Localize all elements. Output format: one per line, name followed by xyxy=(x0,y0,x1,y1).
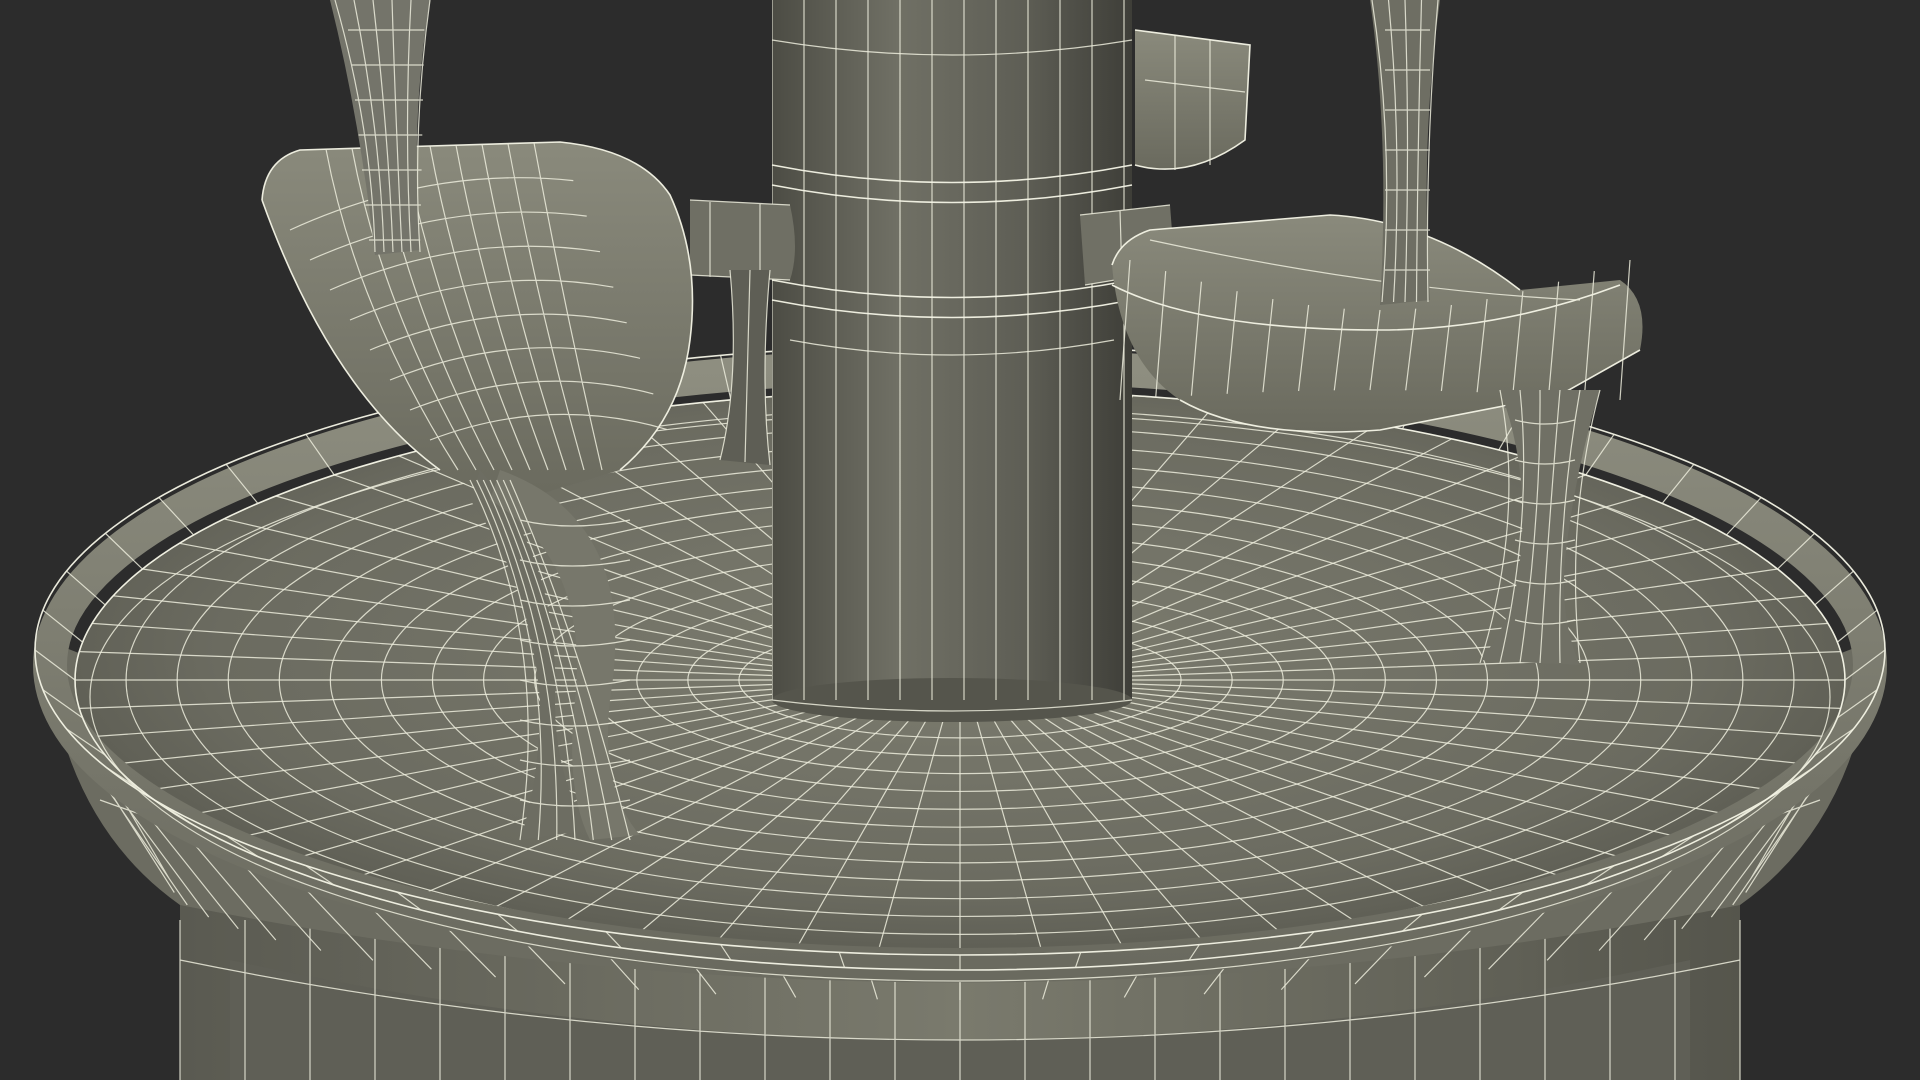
render-viewport xyxy=(0,0,1920,1080)
wireframe-fountain-render xyxy=(0,0,1920,1080)
small-cup-top-right xyxy=(1134,29,1251,170)
left-connector-arm xyxy=(689,199,795,281)
central-column xyxy=(771,0,1133,722)
